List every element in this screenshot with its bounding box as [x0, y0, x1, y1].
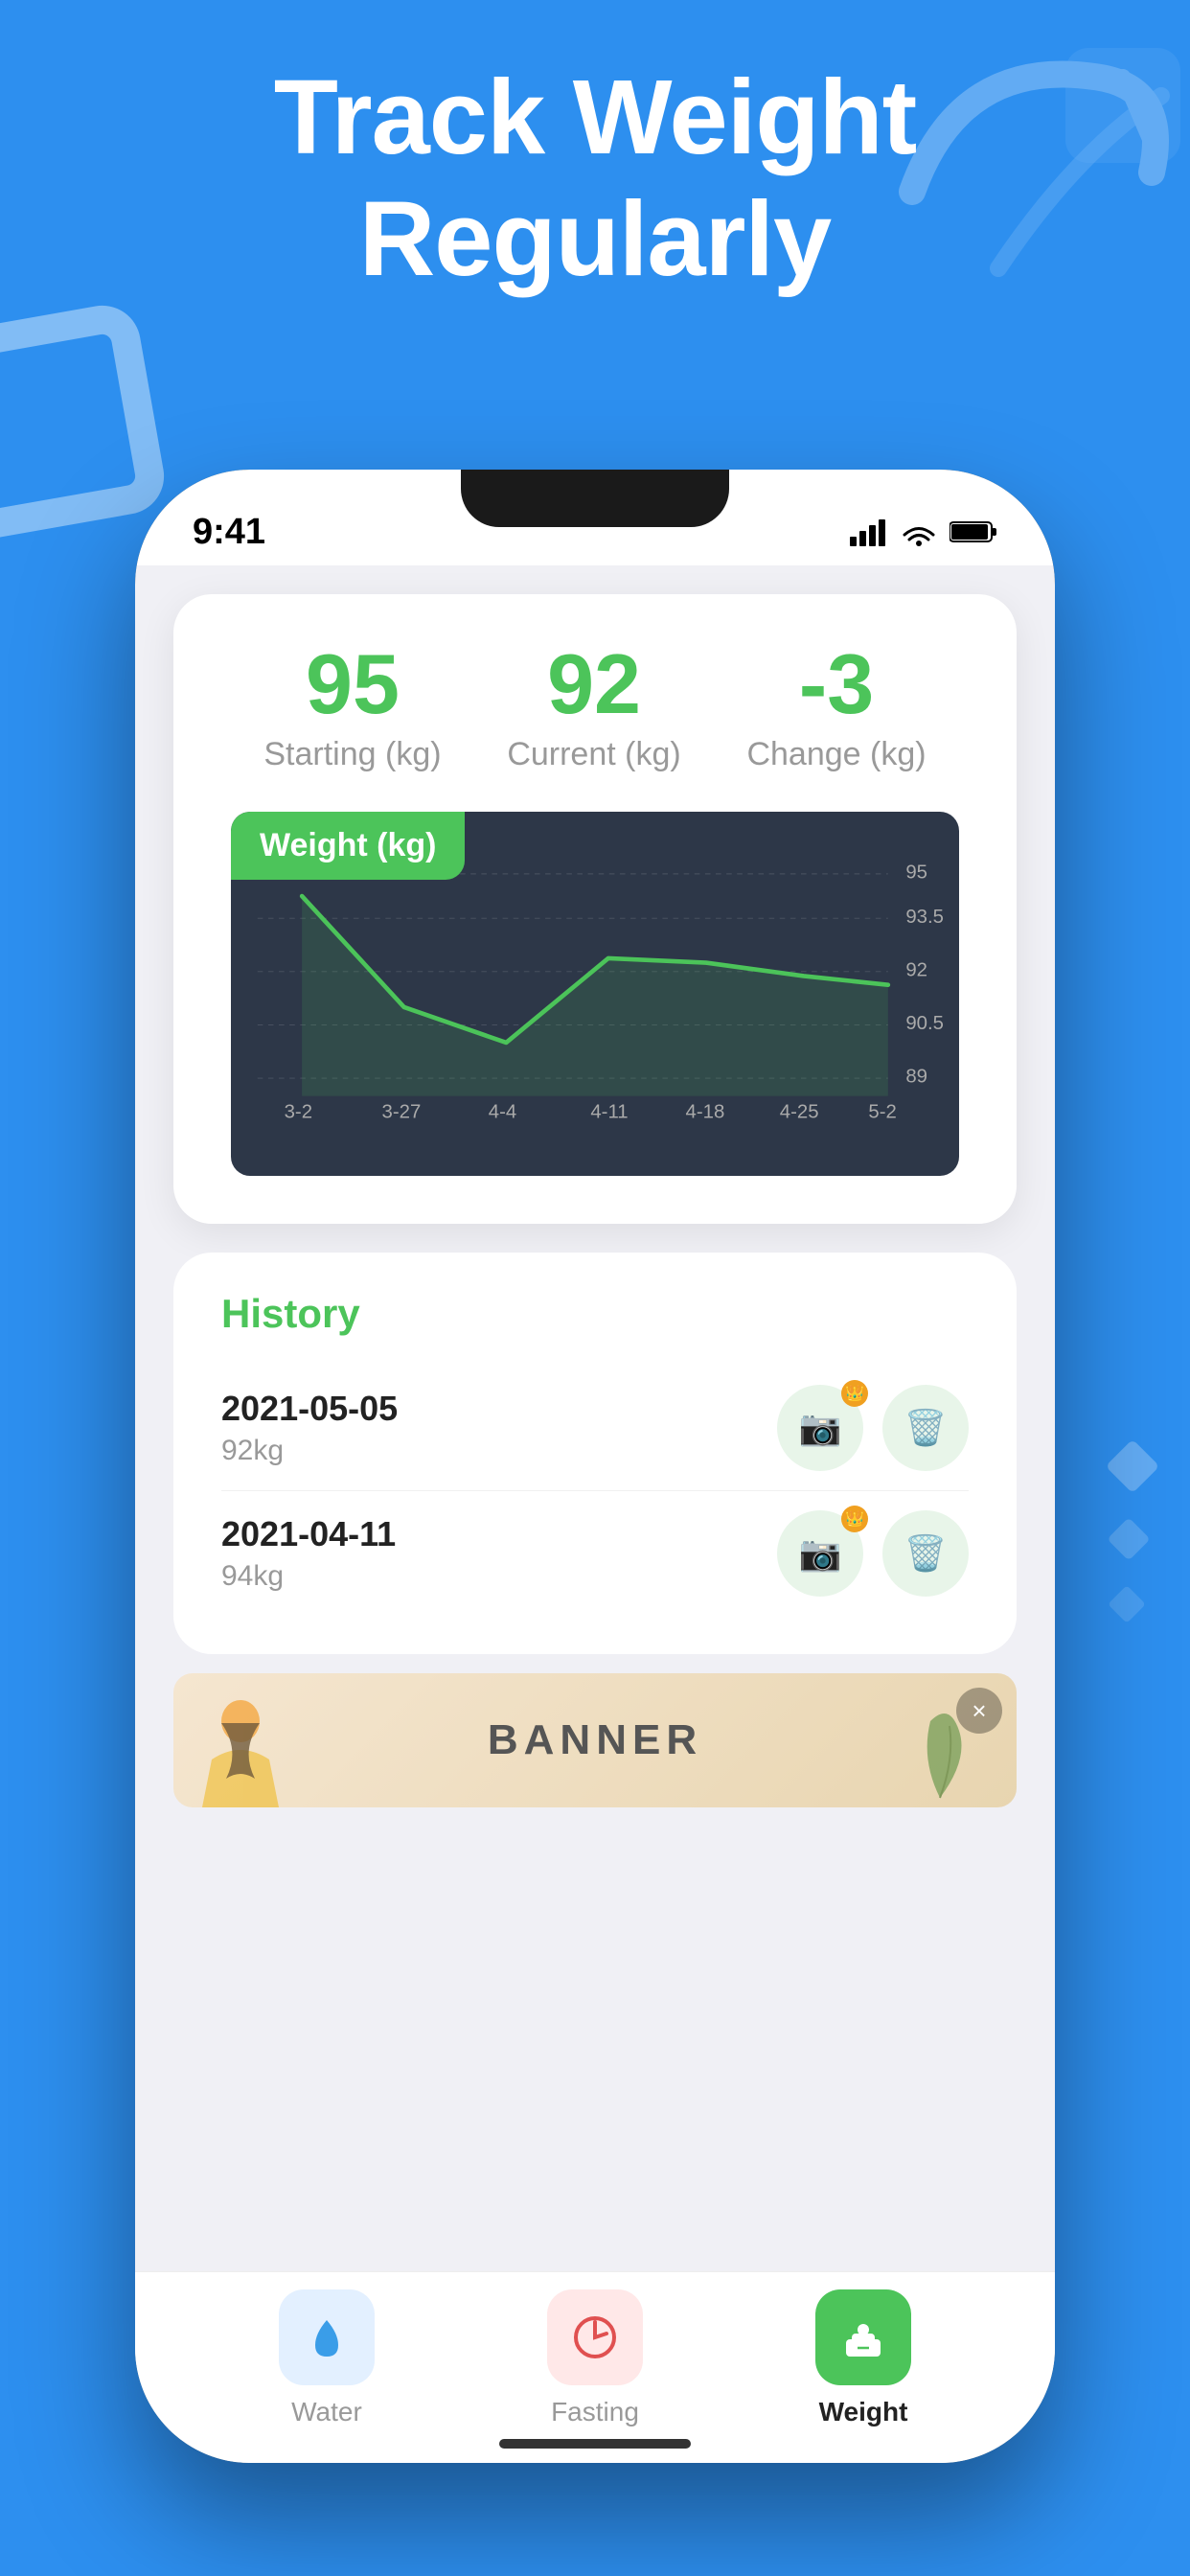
change-value: -3 — [746, 642, 926, 726]
svg-text:4-18: 4-18 — [686, 1102, 725, 1123]
weight-tab-label: Weight — [819, 2397, 908, 2427]
bg-decoration-diamonds — [1094, 1438, 1171, 1634]
chart-label: Weight (kg) — [231, 812, 465, 880]
svg-text:93.5: 93.5 — [905, 907, 944, 928]
delete-button-1[interactable]: 🗑️ — [882, 1385, 969, 1471]
svg-text:92: 92 — [905, 959, 927, 980]
svg-text:90.5: 90.5 — [905, 1013, 944, 1034]
stat-current: 92 Current (kg) — [507, 642, 680, 773]
history-actions-1: 👑 📷 🗑️ — [777, 1385, 969, 1471]
status-icons — [850, 518, 997, 546]
svg-text:89: 89 — [905, 1067, 927, 1088]
stats-card: 95 Starting (kg) 92 Current (kg) -3 Chan… — [173, 594, 1017, 1224]
history-weight-1: 92kg — [221, 1435, 398, 1467]
camera-button-2[interactable]: 👑 📷 — [777, 1510, 863, 1597]
tab-bar: Water Fasting — [135, 2271, 1055, 2463]
water-tab-label: Water — [291, 2397, 362, 2427]
phone-mockup: 9:41 — [135, 470, 1055, 2463]
signal-icon — [850, 518, 888, 546]
current-value: 92 — [507, 642, 680, 726]
wifi-icon — [900, 518, 938, 546]
badge-1: 👑 — [841, 1380, 868, 1407]
stat-starting: 95 Starting (kg) — [263, 642, 441, 773]
stats-row: 95 Starting (kg) 92 Current (kg) -3 Chan… — [231, 642, 959, 773]
weight-icon — [838, 2312, 888, 2362]
status-bar: 9:41 — [135, 470, 1055, 565]
svg-text:4-4: 4-4 — [489, 1102, 516, 1123]
history-actions-2: 👑 📷 🗑️ — [777, 1510, 969, 1597]
history-weight-2: 94kg — [221, 1560, 396, 1593]
history-item-info: 2021-05-05 92kg — [221, 1389, 398, 1467]
banner-ad[interactable]: BANNER × — [173, 1673, 1017, 1807]
banner-decoration — [193, 1683, 288, 1807]
weight-tab-icon — [815, 2289, 911, 2385]
home-indicator — [499, 2439, 691, 2449]
history-item-2: 2021-04-11 94kg 👑 📷 🗑️ — [221, 1491, 969, 1616]
weight-chart: Weight (kg) 95 — [231, 812, 959, 1176]
fasting-icon — [570, 2312, 620, 2362]
fasting-tab-label: Fasting — [551, 2397, 639, 2427]
tab-fasting[interactable]: Fasting — [547, 2289, 643, 2427]
svg-text:3-2: 3-2 — [285, 1102, 312, 1123]
status-time: 9:41 — [193, 512, 265, 553]
history-section: History 2021-05-05 92kg 👑 📷 🗑️ — [173, 1253, 1017, 1654]
stat-change: -3 Change (kg) — [746, 642, 926, 773]
svg-text:4-11: 4-11 — [590, 1102, 628, 1123]
history-title: History — [221, 1291, 969, 1337]
history-date-2: 2021-04-11 — [221, 1514, 396, 1554]
water-tab-icon — [279, 2289, 375, 2385]
history-item-info-2: 2021-04-11 94kg — [221, 1514, 396, 1593]
phone-notch — [461, 470, 729, 527]
battery-icon — [950, 519, 997, 544]
history-date-1: 2021-05-05 — [221, 1389, 398, 1429]
current-label: Current (kg) — [507, 736, 680, 773]
water-icon — [302, 2312, 352, 2362]
change-label: Change (kg) — [746, 736, 926, 773]
badge-2: 👑 — [841, 1506, 868, 1532]
svg-text:5-2: 5-2 — [868, 1102, 896, 1123]
delete-button-2[interactable]: 🗑️ — [882, 1510, 969, 1597]
svg-text:4-25: 4-25 — [780, 1102, 819, 1123]
fasting-tab-icon — [547, 2289, 643, 2385]
starting-value: 95 — [263, 642, 441, 726]
svg-text:95: 95 — [905, 862, 927, 884]
tab-water[interactable]: Water — [279, 2289, 375, 2427]
tab-weight[interactable]: Weight — [815, 2289, 911, 2427]
banner-text: BANNER — [488, 1716, 702, 1764]
banner-leaf — [902, 1692, 978, 1807]
camera-button-1[interactable]: 👑 📷 — [777, 1385, 863, 1471]
phone-screen: 95 Starting (kg) 92 Current (kg) -3 Chan… — [135, 565, 1055, 2463]
hero-title: Track Weight Regularly — [0, 58, 1190, 300]
starting-label: Starting (kg) — [263, 736, 441, 773]
svg-text:3-27: 3-27 — [382, 1102, 422, 1123]
history-item: 2021-05-05 92kg 👑 📷 🗑️ — [221, 1366, 969, 1491]
